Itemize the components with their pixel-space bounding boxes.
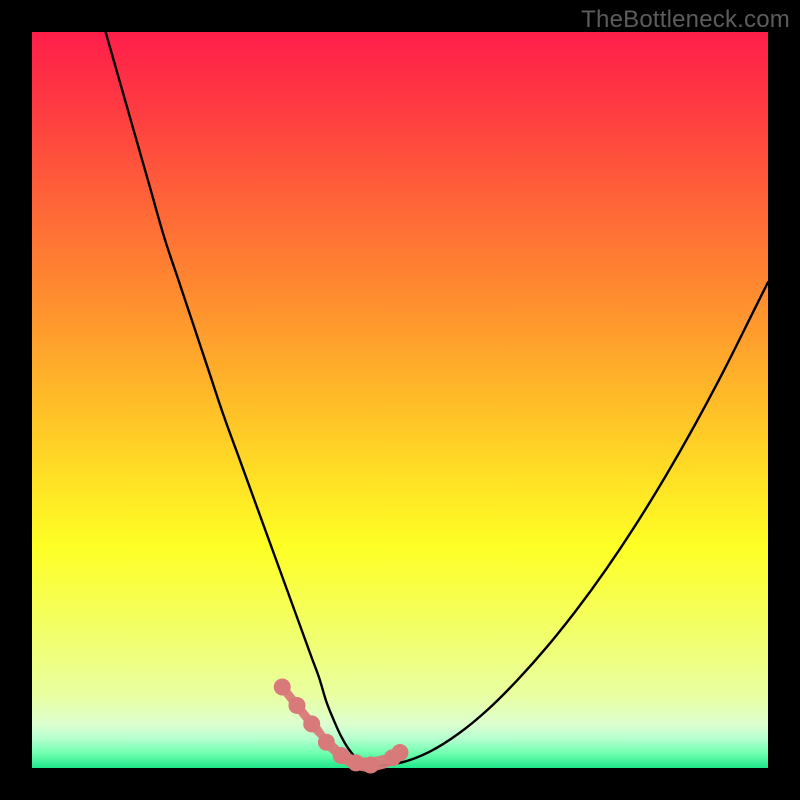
valley-marker-dot: [362, 757, 379, 774]
bottleneck-curve: [106, 32, 768, 766]
valley-marker-dot: [333, 747, 350, 764]
valley-marker-dot: [274, 679, 291, 696]
valley-marker-dot: [318, 734, 335, 751]
chart-frame: TheBottleneck.com: [0, 0, 800, 800]
valley-marker-dot: [392, 744, 409, 761]
marker-group: [274, 679, 409, 774]
curve-svg: [32, 32, 768, 768]
valley-marker-dot: [303, 715, 320, 732]
plot-area: [32, 32, 768, 768]
valley-marker-dot: [288, 697, 305, 714]
watermark-label: TheBottleneck.com: [581, 6, 790, 34]
valley-marker-dot: [347, 754, 364, 771]
